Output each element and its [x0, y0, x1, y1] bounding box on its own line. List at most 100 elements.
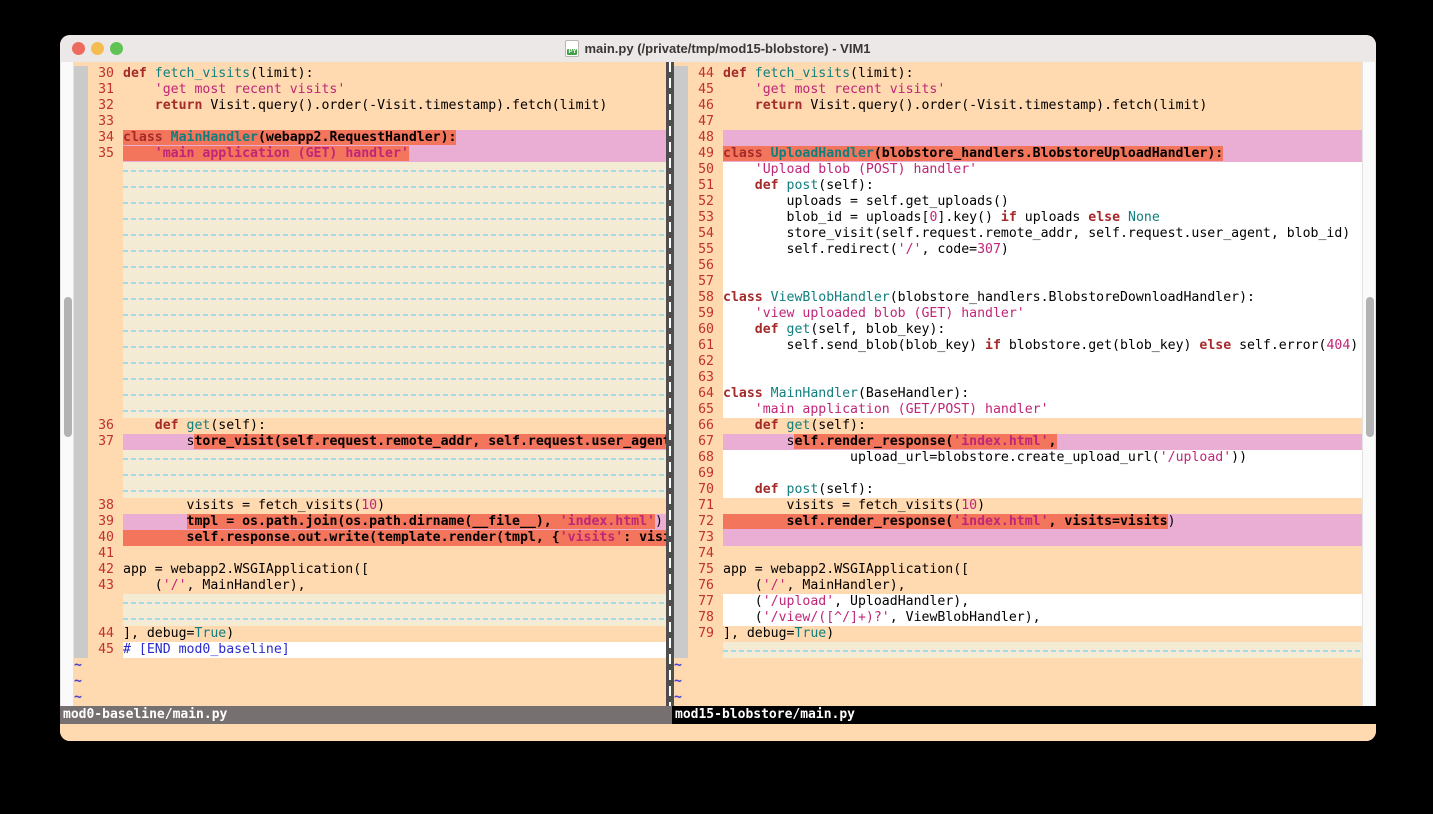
line-text: def post(self): [723, 482, 1362, 498]
line-number: 66 [688, 418, 723, 434]
code-line[interactable]: 41 [88, 546, 666, 562]
diff-filler-line [88, 482, 666, 498]
code-line[interactable]: 73 [688, 530, 1362, 546]
code-line[interactable]: 47 [688, 114, 1362, 130]
code-line[interactable]: 57 [688, 274, 1362, 290]
code-line[interactable]: 40 self.response.out.write(template.rend… [88, 530, 666, 546]
code-line[interactable]: 44], debug=True) [88, 626, 666, 642]
code-line[interactable]: 65 'main application (GET/POST) handler' [688, 402, 1362, 418]
code-line[interactable]: 33 [88, 114, 666, 130]
line-number: 57 [688, 274, 723, 290]
code-line[interactable]: 60 def get(self, blob_key): [688, 322, 1362, 338]
code-line[interactable]: 72 self.render_response('index.html', vi… [688, 514, 1362, 530]
code-line[interactable]: 30def fetch_visits(limit): [88, 66, 666, 82]
diff-pane-right[interactable]: 44def fetch_visits(limit):45 'get most r… [674, 66, 1362, 706]
code-line[interactable]: 62 [688, 354, 1362, 370]
minimize-button[interactable] [91, 42, 104, 55]
code-line[interactable]: 31 'get most recent visits' [88, 82, 666, 98]
line-text: ('/', MainHandler), [723, 578, 1362, 594]
line-number: 47 [688, 114, 723, 130]
code-line[interactable]: 37 store_visit(self.request.remote_addr,… [88, 434, 666, 450]
line-text [723, 466, 1362, 482]
code-line[interactable]: 76 ('/', MainHandler), [688, 578, 1362, 594]
code-line[interactable]: 45# [END mod0_baseline] [88, 642, 666, 658]
code-line[interactable]: 38 visits = fetch_visits(10) [88, 498, 666, 514]
right-scrollbar-thumb[interactable] [1366, 297, 1374, 437]
line-number [88, 322, 123, 338]
line-text: self.render_response('index.html', [723, 434, 1362, 450]
line-number [88, 178, 123, 194]
line-text: 'main application (GET) handler' [123, 146, 666, 162]
code-line[interactable]: 34class MainHandler(webapp2.RequestHandl… [88, 130, 666, 146]
code-line[interactable]: 63 [688, 370, 1362, 386]
left-scrollbar-thumb[interactable] [64, 297, 72, 437]
line-number: 31 [88, 82, 123, 98]
code-line[interactable]: 44def fetch_visits(limit): [688, 66, 1362, 82]
code-line[interactable]: 32 return Visit.query().order(-Visit.tim… [88, 98, 666, 114]
code-line[interactable]: 48 [688, 130, 1362, 146]
code-line[interactable]: 46 return Visit.query().order(-Visit.tim… [688, 98, 1362, 114]
line-number: 54 [688, 226, 723, 242]
code-line[interactable]: 68 upload_url=blobstore.create_upload_ur… [688, 450, 1362, 466]
line-number: 52 [688, 194, 723, 210]
code-line[interactable]: 35 'main application (GET) handler' [88, 146, 666, 162]
line-number [88, 162, 123, 178]
code-line[interactable]: 59 'view uploaded blob (GET) handler' [688, 306, 1362, 322]
code-line[interactable]: 36 def get(self): [88, 418, 666, 434]
code-line[interactable]: 49class UploadHandler(blobstore_handlers… [688, 146, 1362, 162]
line-number [88, 290, 123, 306]
line-number: 43 [88, 578, 123, 594]
code-line[interactable]: 64class MainHandler(BaseHandler): [688, 386, 1362, 402]
line-number [88, 386, 123, 402]
code-line[interactable]: 52 uploads = self.get_uploads() [688, 194, 1362, 210]
vim-command-line [60, 724, 1376, 741]
code-line[interactable]: 42app = webapp2.WSGIApplication([ [88, 562, 666, 578]
line-number: 58 [688, 290, 723, 306]
code-line[interactable]: 39 tmpl = os.path.join(os.path.dirname(_… [88, 514, 666, 530]
diff-filler-line [88, 466, 666, 482]
code-line[interactable]: 71 visits = fetch_visits(10) [688, 498, 1362, 514]
line-text: store_visit(self.request.remote_addr, se… [123, 434, 666, 450]
window-titlebar[interactable]: PY main.py (/private/tmp/mod15-blobstore… [60, 35, 1376, 63]
left-scrollbar[interactable] [60, 62, 74, 706]
code-line[interactable]: 79], debug=True) [688, 626, 1362, 642]
window-separator[interactable] [666, 62, 674, 706]
line-text: return Visit.query().order(-Visit.timest… [723, 98, 1362, 114]
code-line[interactable]: 75app = webapp2.WSGIApplication([ [688, 562, 1362, 578]
code-line[interactable]: 58class ViewBlobHandler(blobstore_handle… [688, 290, 1362, 306]
code-line[interactable]: 56 [688, 258, 1362, 274]
zoom-button[interactable] [110, 42, 123, 55]
code-line[interactable]: 51 def post(self): [688, 178, 1362, 194]
code-line[interactable]: 70 def post(self): [688, 482, 1362, 498]
line-text: visits = fetch_visits(10) [723, 498, 1362, 514]
code-line[interactable]: 61 self.send_blob(blob_key) if blobstore… [688, 338, 1362, 354]
code-line[interactable]: 74 [688, 546, 1362, 562]
line-number [88, 610, 123, 626]
line-text [123, 386, 666, 402]
line-number: 44 [688, 66, 723, 82]
diff-filler-line [688, 642, 1362, 658]
code-line[interactable]: 78 ('/view/([^/]+)?', ViewBlobHandler), [688, 610, 1362, 626]
line-text: tmpl = os.path.join(os.path.dirname(__fi… [123, 514, 666, 530]
code-line[interactable]: 77 ('/upload', UploadHandler), [688, 594, 1362, 610]
code-line[interactable]: 55 self.redirect('/', code=307) [688, 242, 1362, 258]
tilde-line: ~ [674, 690, 1362, 706]
line-number: 70 [688, 482, 723, 498]
code-line[interactable]: 66 def get(self): [688, 418, 1362, 434]
line-text: 'view uploaded blob (GET) handler' [723, 306, 1362, 322]
line-number: 61 [688, 338, 723, 354]
line-text: ~ [674, 658, 1362, 674]
code-line[interactable]: 54 store_visit(self.request.remote_addr,… [688, 226, 1362, 242]
diff-pane-left[interactable]: 30def fetch_visits(limit):31 'get most r… [74, 66, 666, 706]
code-line[interactable]: 67 self.render_response('index.html', [688, 434, 1362, 450]
code-line[interactable]: 43 ('/', MainHandler), [88, 578, 666, 594]
diff-filler-line [88, 370, 666, 386]
code-line[interactable]: 50 'Upload blob (POST) handler' [688, 162, 1362, 178]
code-line[interactable]: 45 'get most recent visits' [688, 82, 1362, 98]
line-text [723, 354, 1362, 370]
close-button[interactable] [72, 42, 85, 55]
line-text: self.response.out.write(template.render(… [123, 530, 666, 546]
right-scrollbar[interactable] [1362, 62, 1376, 706]
code-line[interactable]: 69 [688, 466, 1362, 482]
code-line[interactable]: 53 blob_id = uploads[0].key() if uploads… [688, 210, 1362, 226]
